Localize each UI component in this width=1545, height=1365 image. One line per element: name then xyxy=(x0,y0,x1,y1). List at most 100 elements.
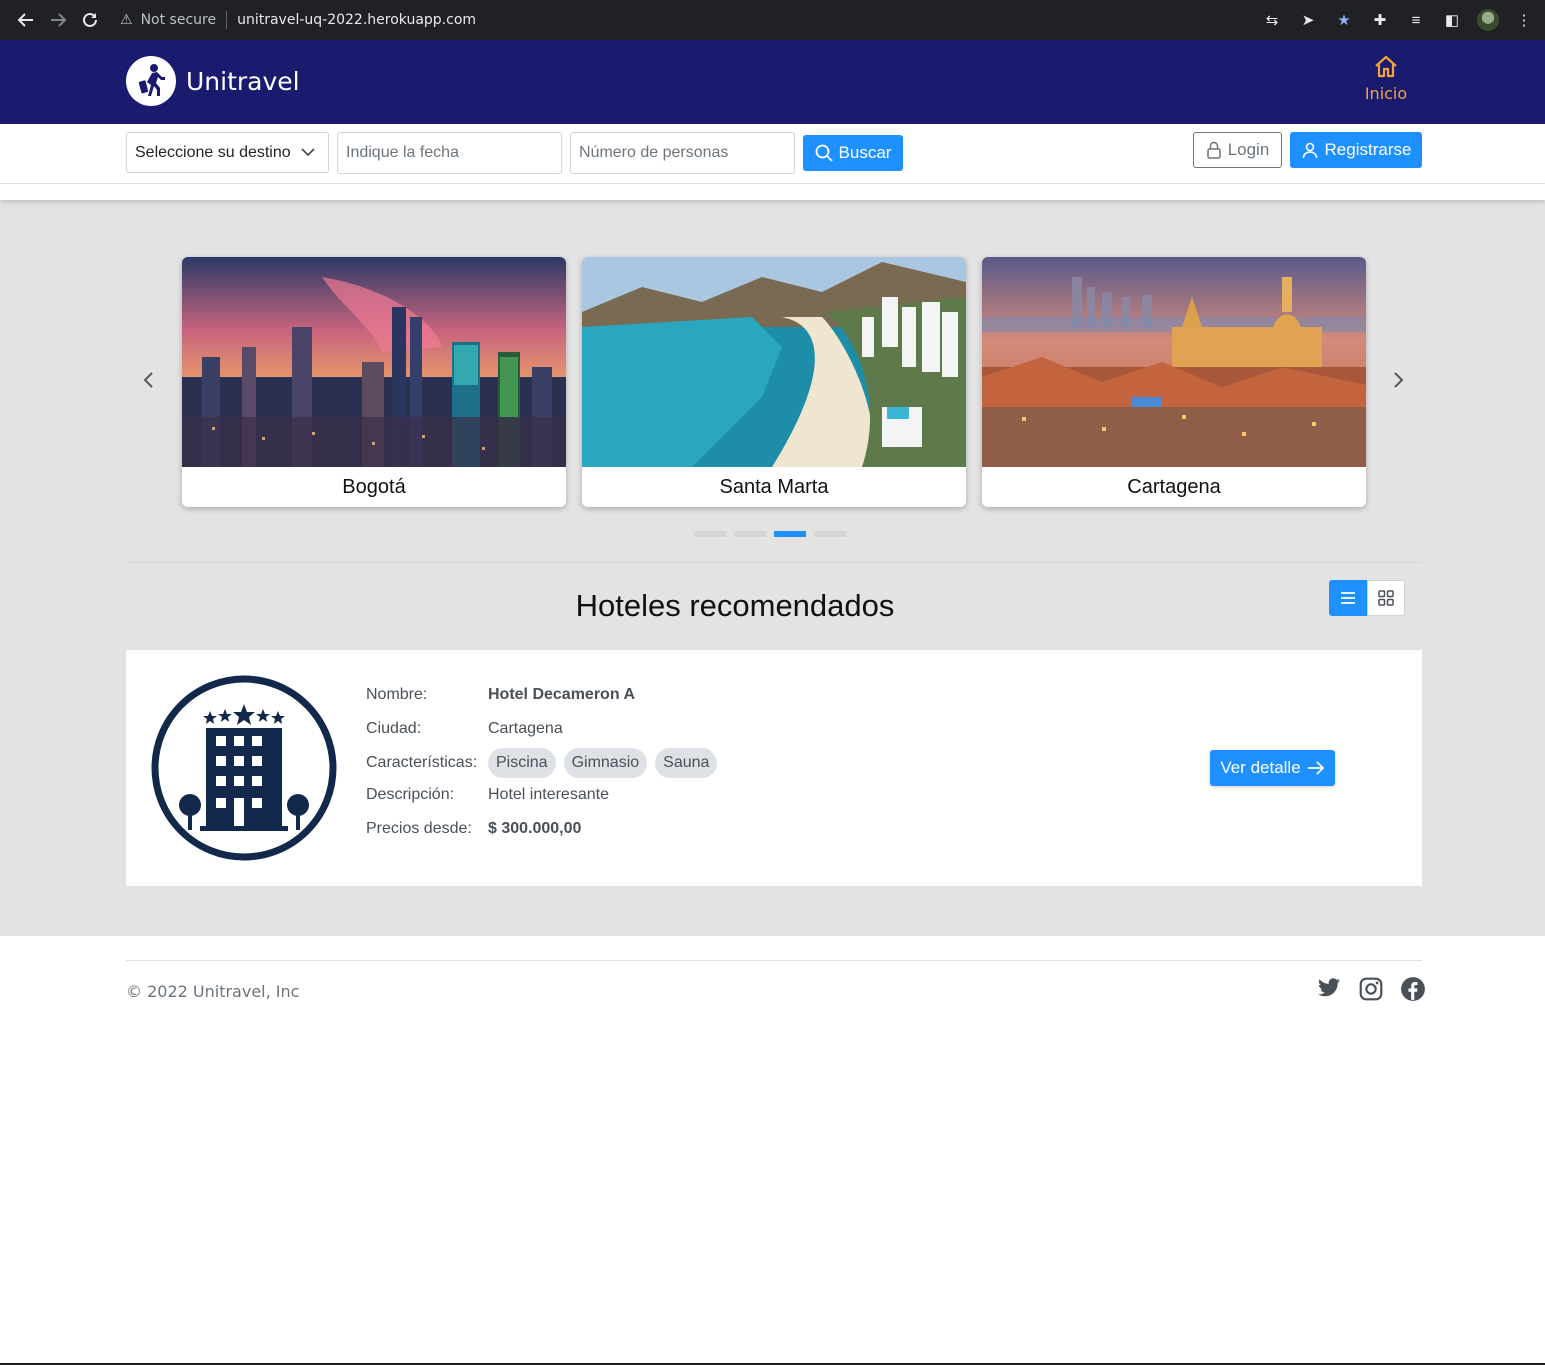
hotel-building-icon xyxy=(150,674,338,867)
search-icon xyxy=(815,144,833,162)
feature-chip: Gimnasio xyxy=(563,748,648,778)
warning-icon: ⚠ xyxy=(120,12,133,28)
login-button[interactable]: Login xyxy=(1193,132,1282,168)
nav-home-label: Inicio xyxy=(1364,84,1408,103)
profile-avatar[interactable] xyxy=(1477,9,1499,31)
home-icon xyxy=(1375,55,1397,78)
facebook-icon[interactable] xyxy=(1400,976,1426,1007)
menu-kebab-icon[interactable]: ⋮ xyxy=(1513,9,1535,31)
grid-icon xyxy=(1378,590,1394,606)
hotel-name-label: Nombre: xyxy=(366,686,428,703)
destination-card[interactable]: Bogotá xyxy=(182,257,566,507)
back-button[interactable] xyxy=(10,4,42,36)
search-button[interactable]: Buscar xyxy=(803,135,903,171)
register-button[interactable]: Registrarse xyxy=(1290,132,1422,168)
destination-select-label: Seleccione su destino xyxy=(135,143,291,161)
footer-divider xyxy=(126,960,1422,961)
view-detail-button[interactable]: Ver detalle xyxy=(1210,750,1335,786)
destination-card[interactable]: Santa Marta xyxy=(582,257,966,507)
destination-select[interactable]: Seleccione su destino xyxy=(126,132,329,173)
translate-icon[interactable]: ⇆ xyxy=(1261,9,1283,31)
login-button-label: Login xyxy=(1227,140,1270,159)
carousel-prev-button[interactable] xyxy=(137,368,161,392)
social-links xyxy=(1316,976,1426,1007)
search-bar: Seleccione su destino Buscar Login Regis… xyxy=(0,124,1545,184)
section-divider xyxy=(126,562,1422,563)
forward-button[interactable] xyxy=(42,4,74,36)
hotel-info: Nombre: Hotel Decameron A Ciudad: Cartag… xyxy=(366,684,725,840)
bookmark-star-icon[interactable]: ★ xyxy=(1333,9,1355,31)
arrow-left-icon xyxy=(17,13,33,27)
reload-button[interactable] xyxy=(74,4,106,36)
hotel-city-value: Cartagena xyxy=(488,720,563,737)
hotel-price-value: $ 300.000,00 xyxy=(488,820,582,837)
user-icon xyxy=(1302,142,1317,159)
url-text[interactable]: unitravel-uq-2022.herokuapp.com xyxy=(237,12,476,28)
list-icon xyxy=(1341,592,1355,604)
hotel-city-row: Ciudad: Cartagena xyxy=(366,718,725,740)
feature-chip: Sauna xyxy=(655,748,718,778)
view-toggle xyxy=(1329,580,1405,616)
carousel-indicators xyxy=(694,531,846,537)
extensions-icon[interactable]: ✚ xyxy=(1369,9,1391,31)
footer-copyright: © 2022 Unitravel, Inc xyxy=(126,982,300,1001)
side-panel-icon[interactable]: ◧ xyxy=(1441,9,1463,31)
hotel-description-row: Descripción: Hotel interesante xyxy=(366,784,725,806)
browser-actions: ⇆ ➤ ★ ✚ ≡ ◧ ⋮ xyxy=(1261,0,1535,40)
chevron-right-icon xyxy=(1394,372,1404,388)
destination-card-label: Santa Marta xyxy=(719,475,829,498)
carousel-next-button[interactable] xyxy=(1386,368,1410,392)
hotel-description-label: Descripción: xyxy=(366,786,455,803)
chevron-left-icon xyxy=(143,372,153,388)
hotel-price-row: Precios desde: $ 300.000,00 xyxy=(366,818,725,840)
nav-home-link[interactable]: Inicio xyxy=(1362,54,1410,103)
brand-name: Unitravel xyxy=(186,66,300,96)
hotel-features-row: Características: Piscina Gimnasio Sauna xyxy=(366,746,725,780)
grid-view-button[interactable] xyxy=(1367,580,1405,616)
bogota-image xyxy=(182,257,566,467)
santa-marta-image xyxy=(582,257,966,467)
brand[interactable]: Unitravel xyxy=(126,56,300,106)
search-button-label: Buscar xyxy=(838,143,892,162)
feature-chip: Piscina xyxy=(488,748,556,778)
chevron-down-icon xyxy=(301,148,315,157)
list-view-button[interactable] xyxy=(1329,580,1367,616)
hotel-description-value: Hotel interesante xyxy=(488,786,609,803)
destination-card-label: Bogotá xyxy=(342,475,406,498)
reload-icon xyxy=(83,12,97,27)
hotel-price-label: Precios desde: xyxy=(366,820,472,837)
traveler-logo-icon xyxy=(126,56,176,106)
send-icon[interactable]: ➤ xyxy=(1297,9,1319,31)
instagram-icon[interactable] xyxy=(1358,976,1384,1007)
arrow-right-icon xyxy=(51,13,67,27)
cartagena-image xyxy=(982,257,1366,467)
section-title: Hoteles recomendados xyxy=(575,588,895,623)
arrow-right-icon xyxy=(1307,761,1324,775)
hotel-name-row: Nombre: Hotel Decameron A xyxy=(366,684,725,706)
footer: © 2022 Unitravel, Inc xyxy=(0,936,1545,1365)
twitter-icon[interactable] xyxy=(1316,976,1342,1007)
people-input[interactable] xyxy=(570,132,795,174)
address-bar[interactable]: ⚠ Not secure unitravel-uq-2022.herokuapp… xyxy=(120,5,476,35)
date-input[interactable] xyxy=(337,132,562,174)
browser-toolbar: ⚠ Not secure unitravel-uq-2022.herokuapp… xyxy=(0,0,1545,40)
destination-card-label: Cartagena xyxy=(1127,475,1221,498)
hotel-card: Nombre: Hotel Decameron A Ciudad: Cartag… xyxy=(126,650,1422,886)
omnibox-separator xyxy=(226,11,228,29)
hotel-city-label: Ciudad: xyxy=(366,720,422,737)
security-label: Not secure xyxy=(140,12,217,28)
carousel-dot[interactable] xyxy=(694,531,726,537)
hotel-features-label: Características: xyxy=(366,754,478,771)
carousel-dot-active[interactable] xyxy=(774,531,806,537)
header-shadow-strip xyxy=(0,184,1545,200)
main-content: Bogotá Santa Marta Cartagena Hoteles rec… xyxy=(0,200,1545,936)
media-control-icon[interactable]: ≡ xyxy=(1405,9,1427,31)
destination-card[interactable]: Cartagena xyxy=(982,257,1366,507)
carousel-dot[interactable] xyxy=(814,531,846,537)
app-header: Unitravel Inicio xyxy=(0,40,1545,124)
register-button-label: Registrarse xyxy=(1324,140,1412,159)
lock-icon xyxy=(1206,141,1221,159)
view-detail-label: Ver detalle xyxy=(1220,758,1301,777)
carousel-dot[interactable] xyxy=(734,531,766,537)
hotel-name-value: Hotel Decameron A xyxy=(488,686,635,703)
